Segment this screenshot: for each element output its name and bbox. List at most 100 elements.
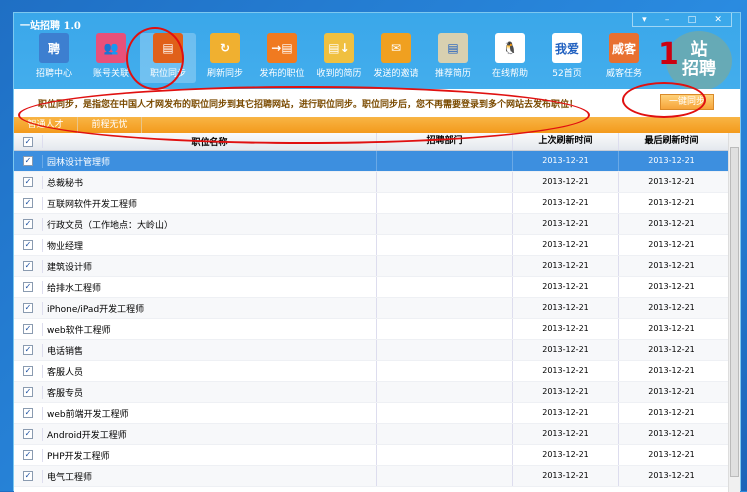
final-refresh: 2013-12-21 bbox=[618, 424, 724, 444]
row-checkbox[interactable]: ✓ bbox=[23, 366, 33, 376]
final-refresh: 2013-12-21 bbox=[618, 361, 724, 381]
toolbar-button[interactable]: 威客 威客任务 bbox=[596, 33, 652, 83]
row-checkbox[interactable]: ✓ bbox=[23, 387, 33, 397]
menu-button[interactable]: ▾ bbox=[642, 15, 647, 25]
table-row[interactable]: ✓ 电气工程师 2013-12-21 2013-12-21 bbox=[14, 466, 740, 487]
job-name: 客服专员 bbox=[42, 385, 376, 399]
table-row[interactable]: ✓ 电话销售 2013-12-21 2013-12-21 bbox=[14, 340, 740, 361]
table-row[interactable]: ✓ 行政文员（工作地点：大岭山） 2013-12-21 2013-12-21 bbox=[14, 214, 740, 235]
header-last-refresh[interactable]: 上次刷新时间 bbox=[512, 133, 618, 150]
final-refresh: 2013-12-21 bbox=[618, 319, 724, 339]
tab-zhitong[interactable]: 智通人才 bbox=[14, 117, 78, 133]
row-checkbox[interactable]: ✓ bbox=[23, 408, 33, 418]
toolbar-button[interactable]: 聘招聘中心 bbox=[26, 33, 82, 83]
toolbar-button[interactable]: 我爱 52首页 bbox=[539, 33, 595, 83]
job-name: 客服人员 bbox=[42, 364, 376, 378]
table-row[interactable]: ✓ web软件工程师 2013-12-21 2013-12-21 bbox=[14, 319, 740, 340]
row-checkbox[interactable]: ✓ bbox=[23, 198, 33, 208]
toolbar-icon: 聘 bbox=[39, 33, 69, 63]
close-button[interactable]: ✕ bbox=[714, 15, 722, 25]
final-refresh: 2013-12-21 bbox=[618, 214, 724, 234]
toolbar-icon: ▤ bbox=[153, 33, 183, 63]
final-refresh: 2013-12-21 bbox=[618, 235, 724, 255]
toolbar-label: 52首页 bbox=[552, 69, 582, 79]
last-refresh: 2013-12-21 bbox=[512, 445, 618, 465]
header-final-refresh[interactable]: 最后刷新时间 bbox=[618, 133, 724, 150]
job-dept bbox=[376, 193, 512, 213]
final-refresh: 2013-12-21 bbox=[618, 382, 724, 402]
app-logo: 1 站招聘 bbox=[658, 31, 732, 91]
job-name: 园林设计管理师 bbox=[42, 154, 376, 168]
table-row[interactable]: ✓ 物业经理 2013-12-21 2013-12-21 bbox=[14, 235, 740, 256]
tab-51job[interactable]: 前程无忧 bbox=[78, 117, 142, 133]
job-name: 建筑设计师 bbox=[42, 259, 376, 273]
table-row[interactable]: ✓ 给排水工程师 2013-12-21 2013-12-21 bbox=[14, 277, 740, 298]
toolbar-icon: →▤ bbox=[267, 33, 297, 63]
vertical-scrollbar[interactable] bbox=[728, 133, 740, 492]
table-row[interactable]: ✓ 园林设计管理师 2013-12-21 2013-12-21 bbox=[14, 151, 740, 172]
row-checkbox[interactable]: ✓ bbox=[23, 345, 33, 355]
row-checkbox[interactable]: ✓ bbox=[23, 303, 33, 313]
row-checkbox[interactable]: ✓ bbox=[23, 261, 33, 271]
final-refresh: 2013-12-21 bbox=[618, 466, 724, 486]
toolbar-button[interactable]: ▤ 职位同步 bbox=[140, 33, 196, 83]
toolbar-label: 发送的邀请 bbox=[373, 69, 419, 79]
final-refresh: 2013-12-21 bbox=[618, 193, 724, 213]
row-checkbox[interactable]: ✓ bbox=[23, 450, 33, 460]
table-row[interactable]: ✓ 客服专员 2013-12-21 2013-12-21 bbox=[14, 382, 740, 403]
table-row[interactable]: ✓ 客服人员 2013-12-21 2013-12-21 bbox=[14, 361, 740, 382]
table-row[interactable]: ✓ Android开发工程师 2013-12-21 2013-12-21 bbox=[14, 424, 740, 445]
row-checkbox[interactable]: ✓ bbox=[23, 471, 33, 481]
header-dept[interactable]: 招聘部门 bbox=[376, 133, 512, 150]
toolbar-button[interactable]: ▤ 推荐简历 bbox=[425, 33, 481, 83]
job-dept bbox=[376, 340, 512, 360]
job-dept bbox=[376, 466, 512, 486]
header-name[interactable]: 职位名称 bbox=[42, 135, 376, 148]
row-checkbox[interactable]: ✓ bbox=[23, 282, 33, 292]
job-name: iPhone/iPad开发工程师 bbox=[42, 301, 376, 315]
last-refresh: 2013-12-21 bbox=[512, 256, 618, 276]
row-checkbox[interactable]: ✓ bbox=[23, 177, 33, 187]
last-refresh: 2013-12-21 bbox=[512, 340, 618, 360]
row-checkbox[interactable]: ✓ bbox=[23, 219, 33, 229]
final-refresh: 2013-12-21 bbox=[618, 151, 724, 171]
toolbar: 聘招聘中心 👥 账号关联 ▤ 职位同步 ↻ 刷新同步 →▤ 发布的职位 ▤↓ 收到的简历 ✉ 发送的邀请… bbox=[26, 33, 653, 83]
table-row[interactable]: ✓ iPhone/iPad开发工程师 2013-12-21 2013-12-21 bbox=[14, 298, 740, 319]
toolbar-icon: ▤↓ bbox=[324, 33, 354, 63]
toolbar-button[interactable]: 👥 账号关联 bbox=[83, 33, 139, 83]
toolbar-icon: 我爱 bbox=[552, 33, 582, 63]
toolbar-button[interactable]: ↻ 刷新同步 bbox=[197, 33, 253, 83]
toolbar-icon: 👥 bbox=[96, 33, 126, 63]
job-name: 电气工程师 bbox=[42, 469, 376, 483]
table-row[interactable]: ✓ web前端开发工程师 2013-12-21 2013-12-21 bbox=[14, 403, 740, 424]
job-name: 电话销售 bbox=[42, 343, 376, 357]
table-row[interactable]: ✓ 建筑设计师 2013-12-21 2013-12-21 bbox=[14, 256, 740, 277]
row-checkbox[interactable]: ✓ bbox=[23, 429, 33, 439]
toolbar-label: 招聘中心 bbox=[35, 69, 72, 79]
toolbar-button[interactable]: ✉ 发送的邀请 bbox=[368, 33, 424, 83]
job-dept bbox=[376, 361, 512, 381]
row-checkbox[interactable]: ✓ bbox=[23, 240, 33, 250]
info-bar: 职位同步，是指您在中国人才网发布的职位同步到其它招聘网站，进行职位同步。职位同步… bbox=[14, 89, 740, 117]
job-name: web前端开发工程师 bbox=[42, 406, 376, 420]
toolbar-icon: ✉ bbox=[381, 33, 411, 63]
scrollbar-thumb[interactable] bbox=[730, 147, 739, 477]
table-header: ✓ 职位名称 招聘部门 上次刷新时间 最后刷新时间 bbox=[14, 133, 740, 151]
select-all-checkbox[interactable]: ✓ bbox=[23, 136, 33, 147]
minimize-button[interactable]: – bbox=[665, 15, 670, 25]
toolbar-label: 职位同步 bbox=[149, 69, 186, 79]
toolbar-button[interactable]: ▤↓ 收到的简历 bbox=[311, 33, 367, 83]
table-row[interactable]: ✓ PHP开发工程师 2013-12-21 2013-12-21 bbox=[14, 445, 740, 466]
job-dept bbox=[376, 445, 512, 465]
row-checkbox[interactable]: ✓ bbox=[23, 156, 33, 166]
table-row[interactable]: ✓ 互联网软件开发工程师 2013-12-21 2013-12-21 bbox=[14, 193, 740, 214]
one-click-sync-button[interactable]: 一键同步 bbox=[660, 94, 714, 110]
maximize-button[interactable]: □ bbox=[688, 15, 697, 25]
job-name: Android开发工程师 bbox=[42, 427, 376, 441]
row-checkbox[interactable]: ✓ bbox=[23, 324, 33, 334]
toolbar-button[interactable]: 🐧 在线帮助 bbox=[482, 33, 538, 83]
table-row[interactable]: ✓ 总裁秘书 2013-12-21 2013-12-21 bbox=[14, 172, 740, 193]
toolbar-button[interactable]: →▤ 发布的职位 bbox=[254, 33, 310, 83]
job-name: PHP开发工程师 bbox=[42, 448, 376, 462]
toolbar-label: 刷新同步 bbox=[206, 69, 243, 79]
